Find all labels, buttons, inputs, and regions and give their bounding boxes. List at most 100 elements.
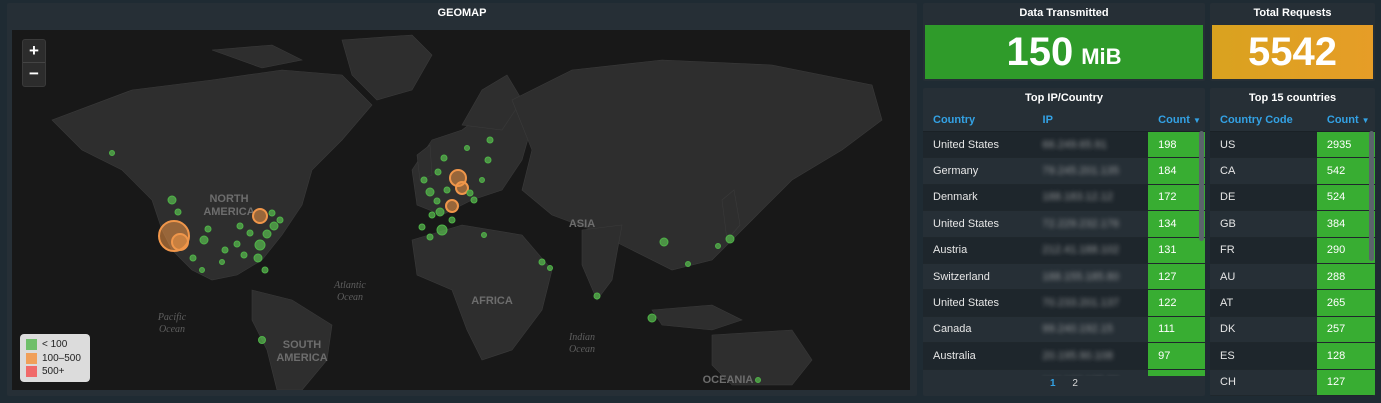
- column-header-country-code[interactable]: Country Code: [1210, 109, 1317, 132]
- map-label-indian: Indian Ocean: [568, 332, 595, 355]
- page-1-link[interactable]: 1: [1050, 378, 1056, 389]
- table-row[interactable]: United States104.188.135.2090: [923, 369, 1205, 376]
- country-code-cell: [1210, 395, 1317, 396]
- count-cell: 90: [1148, 369, 1205, 376]
- count-cell: 524: [1316, 184, 1375, 212]
- table-row[interactable]: Australia 20.195.90.108 97: [923, 342, 1205, 370]
- table-row[interactable]: Austria 212.41.188.102 131: [923, 237, 1205, 264]
- zoom-out-button[interactable]: −: [23, 62, 45, 85]
- table-scrollbar[interactable]: [1369, 131, 1374, 261]
- sort-desc-icon: ▼: [1361, 116, 1370, 125]
- ip-cell: 72.229.232.176: [1032, 210, 1149, 238]
- table-row[interactable]: GB 384: [1210, 210, 1375, 238]
- top-ip-panel: Top IP/Country Country IP Count ▼ United …: [923, 88, 1205, 396]
- table-row[interactable]: Switzerland 188.155.185.80 127: [923, 263, 1205, 291]
- map-label-africa: AFRICA: [471, 295, 513, 307]
- count-cell: 184: [1148, 157, 1205, 185]
- count-cell: 265: [1316, 289, 1375, 317]
- country-cell: Australia: [923, 342, 1033, 370]
- world-map[interactable]: NORTH AMERICA SOUTH AMERICA AFRICA ASIA OC…: [12, 30, 910, 390]
- table-row[interactable]: CH 127: [1210, 369, 1375, 396]
- uk-shape: [416, 144, 433, 181]
- top-ip-title: Top IP/Country: [1024, 92, 1103, 104]
- count-cell: 290: [1316, 237, 1375, 264]
- country-cell: United States: [923, 210, 1033, 238]
- legend-item: 100–500: [26, 352, 90, 366]
- column-header-country[interactable]: Country: [923, 109, 1033, 132]
- map-label-asia: ASIA: [569, 218, 595, 230]
- table-scrollbar[interactable]: [1199, 131, 1204, 241]
- table-row[interactable]: [1210, 395, 1375, 396]
- country-code-cell: ES: [1210, 342, 1317, 370]
- sort-desc-icon: ▼: [1192, 116, 1201, 125]
- country-cell: Germany: [923, 157, 1033, 185]
- legend-label: 100–500: [42, 352, 81, 364]
- country-cell: Switzerland: [923, 263, 1033, 291]
- count-cell: 134: [1148, 210, 1205, 238]
- country-cell: United States: [923, 131, 1033, 159]
- count-cell: 131: [1148, 237, 1205, 264]
- geomap-panel: GEOMAP NORTH AMERICA SOUTH AMERICA AFRIC…: [7, 3, 917, 396]
- map-marker-large: [171, 233, 189, 251]
- legend-swatch-green: [26, 339, 37, 351]
- column-header-count[interactable]: Count ▼: [1148, 109, 1205, 132]
- legend-item: 500+: [26, 365, 90, 379]
- table-header-row: Country IP Count ▼: [923, 109, 1205, 132]
- total-requests-panel: Total Requests 5542: [1210, 3, 1375, 81]
- asia-shape: [511, 59, 883, 271]
- table-row[interactable]: United States 70.233.201.137 122: [923, 289, 1205, 317]
- count-cell: 198: [1148, 131, 1205, 159]
- table-row[interactable]: ES 128: [1210, 342, 1375, 370]
- table-row[interactable]: DE 524: [1210, 184, 1375, 212]
- country-code-cell: CH: [1210, 369, 1317, 396]
- legend-label: < 100: [42, 339, 68, 351]
- table-row[interactable]: Germany 79.245.201.135 184: [923, 157, 1205, 185]
- table-row[interactable]: Canada 99.240.192.15 111: [923, 316, 1205, 344]
- table-row[interactable]: CA 542: [1210, 157, 1375, 185]
- table-row[interactable]: AT 265: [1210, 289, 1375, 317]
- table-row[interactable]: FR 290: [1210, 237, 1375, 264]
- count-cell: 2935: [1316, 131, 1375, 159]
- geomap-title: GEOMAP: [437, 7, 487, 19]
- zoom-control: + −: [22, 39, 46, 87]
- top-countries-title: Top 15 countries: [1248, 92, 1337, 104]
- column-header-count[interactable]: Count ▼: [1316, 109, 1375, 132]
- country-cell: United States: [923, 369, 1033, 376]
- legend-swatch-red: [26, 366, 37, 378]
- count-cell: 127: [1316, 369, 1375, 396]
- africa-shape: [411, 224, 553, 361]
- table-row[interactable]: United States 72.229.232.176 134: [923, 210, 1205, 238]
- map-marker-large: [455, 181, 469, 195]
- country-code-cell: DK: [1210, 316, 1317, 344]
- table-row[interactable]: Denmark 188.183.12.12 172: [923, 184, 1205, 212]
- table-row[interactable]: United States 66.249.65.91 198: [923, 131, 1205, 159]
- table-row[interactable]: DK 257: [1210, 316, 1375, 344]
- page-2-link[interactable]: 2: [1072, 378, 1078, 389]
- map-label-pacific: Pacific Ocean: [157, 312, 187, 335]
- column-header-ip[interactable]: IP: [1032, 109, 1149, 132]
- legend-swatch-orange: [26, 352, 37, 364]
- top-ip-table: Country IP Count ▼ United States 66.249.65…: [923, 109, 1205, 376]
- count-cell: [1316, 395, 1375, 396]
- country-cell: Denmark: [923, 184, 1033, 212]
- ip-cell: 70.233.201.137: [1032, 289, 1149, 317]
- pagination: 1 2: [923, 378, 1205, 389]
- map-label-atlantic: Atlantic Ocean: [333, 280, 366, 303]
- top-countries-table-container[interactable]: Country Code Count ▼ US 2935 CA 542 DE 524 GB 38…: [1210, 109, 1375, 396]
- top-countries-panel: Top 15 countries Country Code Count ▼ US 2…: [1210, 88, 1375, 396]
- table-row[interactable]: US 2935: [1210, 131, 1375, 159]
- ip-cell: 104.188.135.20: [1032, 369, 1149, 376]
- ip-cell: 188.183.12.12: [1032, 184, 1149, 212]
- table-row[interactable]: AU 288: [1210, 263, 1375, 291]
- top-ip-table-container[interactable]: Country IP Count ▼ United States 66.249.65…: [923, 109, 1205, 376]
- world-map-svg: NORTH AMERICA SOUTH AMERICA AFRICA ASIA OC…: [51, 34, 883, 390]
- country-code-cell: US: [1210, 131, 1317, 159]
- north-america-shape: [51, 69, 373, 281]
- country-cell: Austria: [923, 237, 1033, 264]
- count-cell: 288: [1316, 263, 1375, 291]
- zoom-in-button[interactable]: +: [23, 40, 45, 62]
- count-cell: 111: [1148, 316, 1205, 344]
- country-cell: Canada: [923, 316, 1033, 344]
- count-cell: 128: [1316, 342, 1375, 370]
- legend-item: < 100: [26, 338, 90, 352]
